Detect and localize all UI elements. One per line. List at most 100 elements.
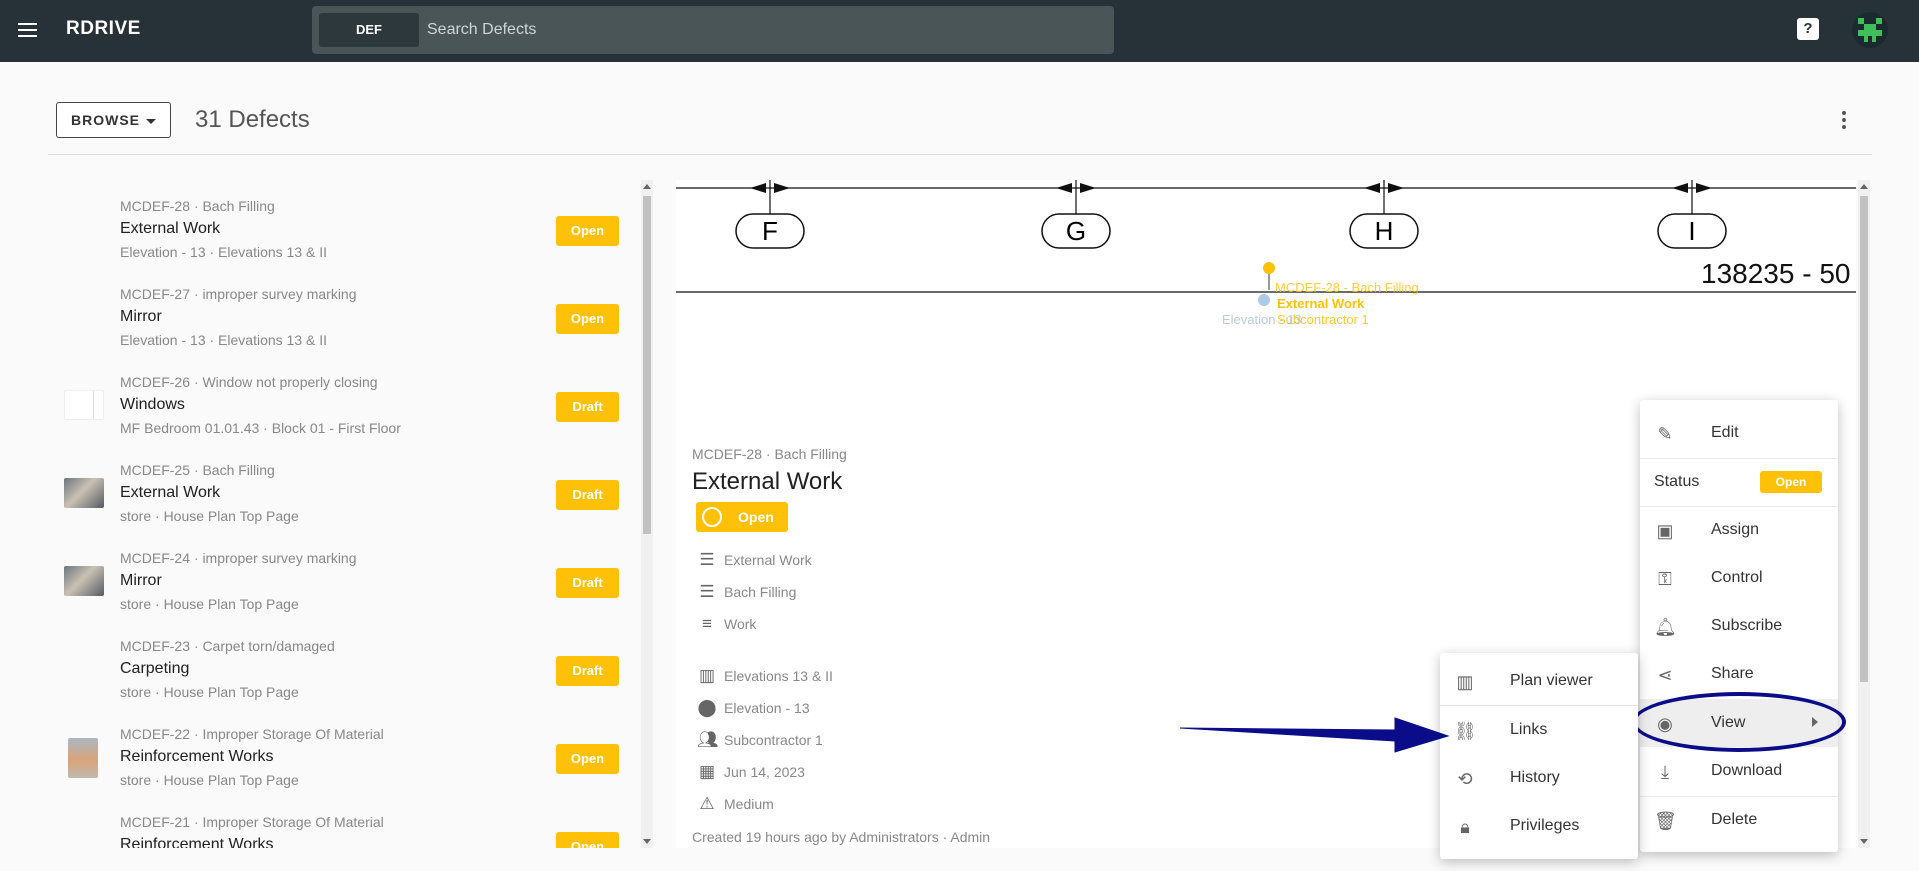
list-item-location: store · House Plan Top Page: [120, 596, 299, 612]
list-item-subtitle: MCDEF-28 · Bach Filling: [120, 198, 275, 214]
link-icon: ⛓: [1454, 721, 1477, 741]
browse-button[interactable]: BROWSE: [56, 102, 171, 138]
search-scope-chip[interactable]: DEF: [319, 13, 419, 47]
detail-status-label: Open: [738, 509, 774, 525]
list-item[interactable]: MCDEF-27 · improper survey marking Mirror…: [56, 276, 626, 364]
detail-row-text: Jun 14, 2023: [724, 764, 805, 780]
submenu-label-links: Links: [1510, 721, 1548, 738]
status-badge[interactable]: Draft: [556, 480, 619, 510]
status-badge[interactable]: Draft: [556, 568, 619, 598]
avatar-pattern-icon: [1858, 18, 1882, 42]
menu-item-delete[interactable]: 🗑︎ Delete: [1640, 796, 1838, 844]
list-item[interactable]: MCDEF-25 · Bach Filling External Work stor…: [56, 452, 626, 540]
menu-label-download: Download: [1711, 762, 1783, 779]
detail-title: External Work: [692, 468, 843, 495]
context-menu: ✎ Edit Status Open ▣ Assign ⚿ Control 🔔︎…: [1640, 400, 1838, 852]
menu-item-share[interactable]: ⋖ Share: [1640, 650, 1838, 698]
download-icon: ⤓: [1661, 762, 1669, 782]
list-item-title: Carpeting: [120, 660, 190, 677]
list-item[interactable]: MCDEF-28 · Bach Filling External Work Elev…: [56, 188, 626, 276]
submenu-item-links[interactable]: ⛓ Links: [1440, 706, 1638, 754]
detail-row-text: Work: [724, 616, 757, 632]
list-item[interactable]: MCDEF-22 · Improper Storage Of Material R…: [56, 716, 626, 804]
share-icon: ⋖: [1657, 665, 1673, 685]
status-badge[interactable]: Open: [556, 216, 619, 246]
pin-label-line1: MCDEF-28 - Bach Filling: [1275, 280, 1419, 295]
menu-item-control[interactable]: ⚿ Control: [1640, 554, 1838, 602]
menu-label-edit: Edit: [1711, 424, 1739, 441]
pin-label-line2: External Work: [1277, 296, 1365, 311]
grid-label: F: [762, 216, 778, 246]
list-item[interactable]: MCDEF-26 · Window not properly closing Wi…: [56, 364, 626, 452]
submenu-label-privileges: Privileges: [1510, 817, 1580, 834]
detail-subtitle: MCDEF-28 · Bach Filling: [692, 446, 847, 462]
status-badge[interactable]: Open: [1760, 471, 1822, 493]
list-item-title: External Work: [120, 220, 221, 237]
grid-label: G: [1066, 216, 1086, 246]
detail-row-text: Elevations 13 & II: [724, 668, 833, 684]
defect-count: 31 Defects: [195, 106, 310, 133]
submenu-label-plan-viewer: Plan viewer: [1510, 672, 1593, 689]
menu-item-subscribe[interactable]: 🔔︎ Subscribe: [1640, 602, 1838, 650]
menu-item-download[interactable]: ⤓ Download: [1640, 747, 1838, 795]
search-bar: DEF: [312, 6, 1114, 54]
map-icon: ▥: [1456, 672, 1474, 692]
avatar[interactable]: [1852, 12, 1888, 48]
detail-row-text: Medium: [724, 796, 774, 812]
plan-drawing: F G H I 138235 - 50 MCDEF-28 - Bach Filling…: [676, 180, 1856, 327]
status-badge[interactable]: Open: [556, 304, 619, 334]
assign-badge-icon: ▣: [1656, 521, 1674, 541]
photo-thumbnail: [64, 566, 104, 596]
calendar-icon: ▦: [698, 762, 716, 781]
list-item-title: Reinforcement Works: [120, 748, 274, 765]
list-icon: ☰: [699, 550, 715, 569]
menu-label-subscribe: Subscribe: [1711, 617, 1783, 634]
status-badge[interactable]: Open: [556, 832, 619, 848]
photo-thumbnail: [68, 738, 98, 778]
status-badge[interactable]: Draft: [556, 392, 619, 422]
list-item-location: store · House Plan Top Page: [120, 772, 299, 788]
list-item[interactable]: MCDEF-21 · Improper Storage Of Material R…: [56, 804, 626, 848]
warning-icon: ⚠: [699, 794, 715, 813]
text-icon: ≡: [702, 614, 712, 633]
list-item-title: Mirror: [120, 572, 162, 589]
list-item-location: store · House Plan Top Page: [120, 684, 299, 700]
list-item-title: Mirror: [120, 308, 162, 325]
created-info: Created 19 hours ago by Administrators ·…: [692, 829, 991, 845]
list-item-location: MF Bedroom 01.01.43 · Block 01 - First F…: [120, 420, 401, 436]
pin-marker-icon: [1258, 294, 1270, 306]
top-app-bar: RDRIVE DEF ?: [0, 0, 1919, 62]
status-badge[interactable]: Draft: [556, 656, 619, 686]
document-thumbnail: [64, 390, 104, 420]
map-icon: ▥: [698, 666, 716, 685]
hamburger-menu-icon[interactable]: [16, 19, 40, 43]
more-options-icon[interactable]: [1840, 108, 1848, 132]
list-item-location: Elevation - 13 · Elevations 13 & II: [120, 244, 327, 260]
menu-item-assign[interactable]: ▣ Assign: [1640, 506, 1838, 554]
menu-label-delete: Delete: [1711, 811, 1758, 828]
submenu-item-history[interactable]: ⟲ History: [1440, 754, 1638, 802]
detail-row-text: Bach Filling: [724, 584, 797, 600]
list-scrollbar[interactable]: [641, 180, 653, 848]
lock-icon: 🔒︎: [1460, 817, 1470, 837]
submenu-item-plan-viewer[interactable]: ▥ Plan viewer: [1440, 657, 1638, 705]
view-highlight-annotation: [1632, 692, 1846, 752]
list-item-title: Reinforcement Works: [120, 836, 274, 848]
list-icon: ☰: [699, 582, 715, 601]
plan-scrollbar[interactable]: [1858, 180, 1870, 848]
view-submenu: ▥ Plan viewer ⛓ Links ⟲ History 🔒︎ Privi…: [1440, 653, 1638, 859]
detail-status-button[interactable]: Open: [696, 502, 788, 532]
help-icon[interactable]: ?: [1797, 18, 1819, 40]
location-pin-icon: ⬤: [697, 698, 717, 717]
status-badge[interactable]: Open: [556, 744, 619, 774]
detail-row-text: External Work: [724, 552, 812, 568]
list-item[interactable]: MCDEF-23 · Carpet torn/damaged Carpeting s…: [56, 628, 626, 716]
search-input[interactable]: [427, 6, 1107, 54]
brand-logo[interactable]: RDRIVE: [66, 18, 141, 40]
list-item-title: Windows: [120, 396, 185, 413]
submenu-item-privileges[interactable]: 🔒︎ Privileges: [1440, 802, 1638, 850]
menu-item-edit[interactable]: ✎ Edit: [1640, 409, 1838, 457]
list-item-subtitle: MCDEF-26 · Window not properly closing: [120, 374, 378, 390]
list-item[interactable]: MCDEF-24 · improper survey marking Mirror…: [56, 540, 626, 628]
pencil-icon: ✎: [1657, 424, 1673, 444]
